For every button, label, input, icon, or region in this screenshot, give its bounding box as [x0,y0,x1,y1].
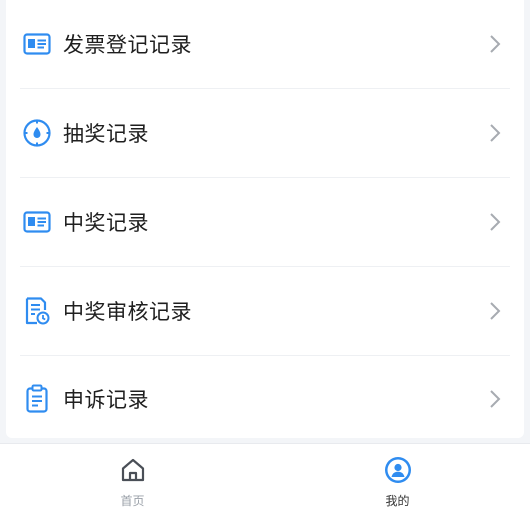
chevron-right-icon [490,124,501,142]
page: 发票登记记录 抽奖记录 中奖记录 中奖审核记录 申诉记录 首页 我的 [0,0,530,515]
chevron-right-icon [490,390,501,408]
menu-item-label: 申诉记录 [63,388,149,412]
menu-item-appeal-records[interactable]: 申诉记录 [6,355,524,443]
user-profile-icon [384,457,411,483]
lottery-dial-icon [22,118,52,148]
menu-item-label: 发票登记记录 [63,33,192,57]
winning-card-icon [22,207,52,237]
chevron-right-icon [490,213,501,231]
review-document-icon [22,296,52,326]
menu-card: 发票登记记录 抽奖记录 中奖记录 中奖审核记录 申诉记录 [6,0,524,438]
tab-mine-label: 我的 [385,494,410,508]
chevron-right-icon [490,35,501,53]
menu-item-label: 中奖审核记录 [63,300,192,324]
menu-item-label: 中奖记录 [63,211,149,235]
clipboard-icon [22,384,52,414]
menu-item-lottery-records[interactable]: 抽奖记录 [6,89,524,177]
menu-item-review-records[interactable]: 中奖审核记录 [6,267,524,355]
tab-home-label: 首页 [120,494,145,508]
menu-item-winning-records[interactable]: 中奖记录 [6,178,524,266]
bottom-tab-bar: 首页 我的 [0,443,530,515]
invoice-card-icon [22,29,52,59]
chevron-right-icon [490,302,501,320]
home-icon [121,458,144,482]
tab-home[interactable]: 首页 [0,444,265,515]
menu-item-label: 抽奖记录 [63,122,149,146]
tab-mine[interactable]: 我的 [265,444,530,515]
menu-item-invoice-records[interactable]: 发票登记记录 [6,0,524,88]
